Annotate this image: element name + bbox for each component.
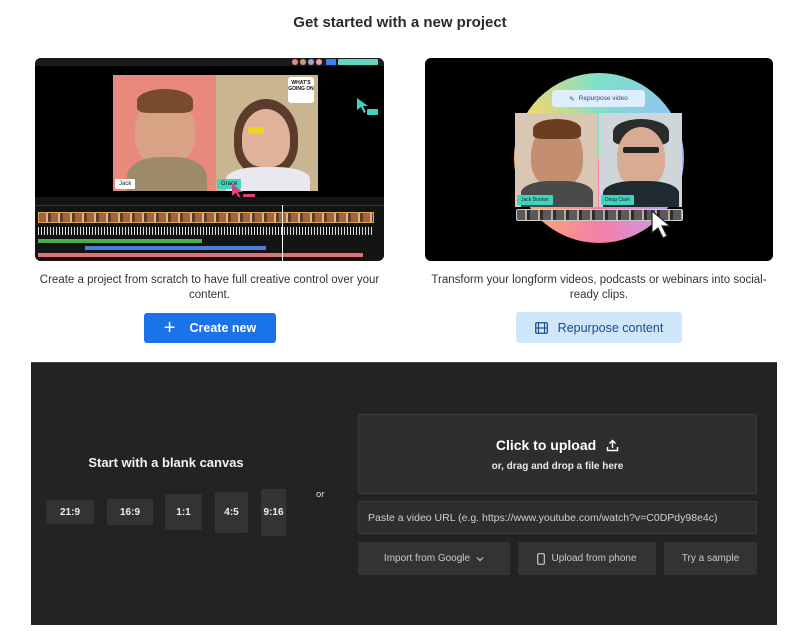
timeline-blue-track [85,246,266,250]
chevron-down-icon [476,556,484,561]
ratio-16-9-button[interactable]: 16:9 [107,499,153,525]
upload-from-phone-button[interactable]: Upload from phone [518,542,656,575]
timeline-green-track [38,239,202,243]
import-from-google-button[interactable]: Import from Google [358,542,510,575]
timeline-video-track [38,212,374,223]
repurpose-description: Transform your longform videos, podcasts… [431,274,767,301]
timeline-audio-track [38,227,374,235]
upload-icon [606,439,619,451]
create-project-card: Jack Grace WHAT'S GOING ON Create a proj… [35,58,384,303]
editor-timeline [35,197,384,261]
video-url-input[interactable] [358,501,757,534]
ratio-9-16-button[interactable]: 9:16 [261,489,286,536]
repurpose-name-tag-left: Jack Doolan [517,195,553,205]
repurpose-name-tag-right: Doug Clark [601,195,635,205]
name-tag-left: Jack [115,179,136,189]
create-new-label: Create new [189,321,257,335]
ratio-21-9-button[interactable]: 21:9 [46,500,94,524]
try-sample-button[interactable]: Try a sample [664,542,757,575]
cursor-icon [357,98,378,115]
try-sample-label: Try a sample [681,553,740,564]
timeline-playhead [282,205,283,261]
video-frame-left: Jack [113,75,216,191]
speech-bubble: WHAT'S GOING ON [288,77,314,103]
mouse-pointer-icon [651,210,672,239]
upload-phone-label: Upload from phone [551,553,637,564]
repurpose-preview-image[interactable]: ✎ Repurpose video Jack Doolan Doug Clark [425,58,773,261]
sparkle-icon: ✎ [569,95,575,103]
plus-icon: + [163,317,176,339]
editor-share-chip [338,59,378,65]
collaborator-avatars [292,59,322,65]
create-new-button[interactable]: + Create new [144,313,276,343]
blank-canvas-title: Start with a blank canvas [88,455,244,470]
film-icon [534,321,548,334]
repurpose-content-label: Repurpose content [557,320,664,335]
upload-title: Click to upload [495,437,597,453]
repurpose-video-chip: ✎ Repurpose video [552,90,645,107]
import-google-label: Import from Google [383,553,471,564]
repurpose-card: ✎ Repurpose video Jack Doolan Doug Clark… [425,58,773,303]
page-title: Get started with a new project [293,14,507,31]
timeline-red-track [38,253,363,257]
repurpose-video-label: Repurpose video [578,95,628,102]
create-project-description: Create a project from scratch to have fu… [39,274,380,301]
repurpose-video-right: Doug Clark [599,113,682,207]
repurpose-content-button[interactable]: Repurpose content [516,312,682,343]
editor-blue-chip [326,59,336,65]
ratio-4-5-button[interactable]: 4:5 [215,492,248,533]
ratio-1-1-button[interactable]: 1:1 [165,494,202,530]
repurpose-video-left: Jack Doolan [515,113,598,207]
editor-preview-image[interactable]: Jack Grace WHAT'S GOING ON [35,58,384,261]
timeline-ruler [35,200,384,206]
upload-subtitle: or, drag and drop a file here [491,461,624,472]
editor-topbar [35,58,384,66]
phone-icon [537,552,546,565]
or-separator: or [316,489,325,500]
upload-dropzone[interactable]: Click to upload or, drag and drop a file… [358,414,757,494]
